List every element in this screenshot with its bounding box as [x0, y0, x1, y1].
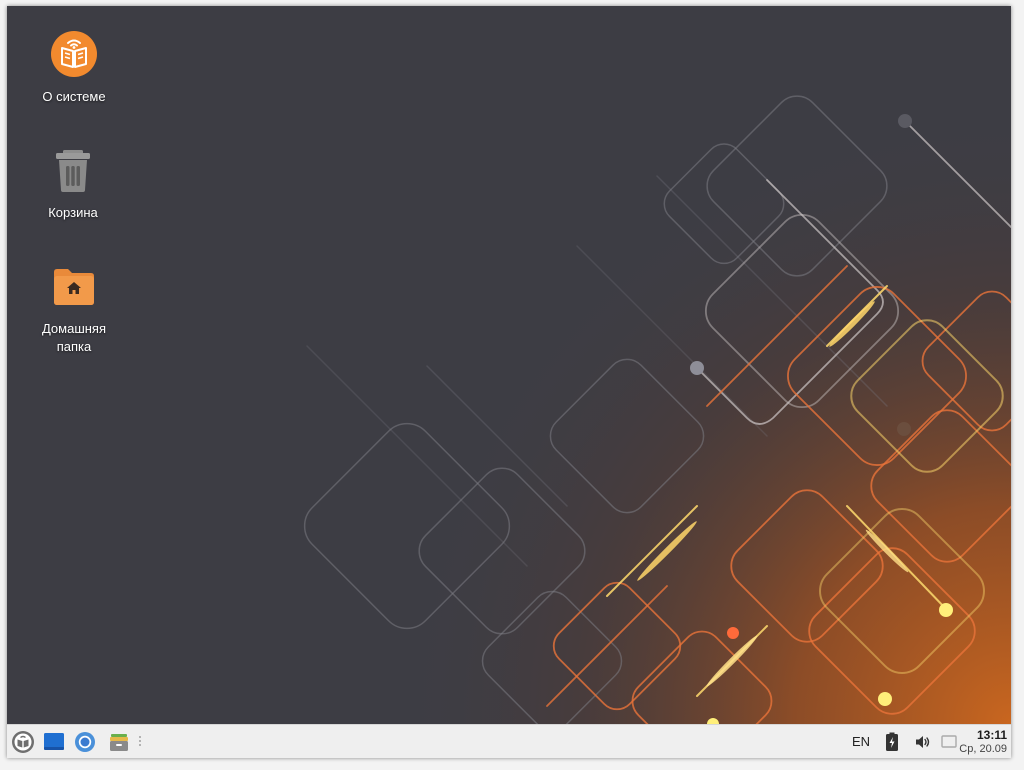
desktop-icon-label: О системе [42, 89, 106, 104]
desktop-icon-label: Домашняя папка [41, 321, 107, 354]
clock-date: Ср, 20.09 [959, 743, 1007, 755]
show-desktop-button[interactable] [40, 728, 68, 756]
home-folder-icon [48, 260, 100, 312]
screen: О системе Корзина Домашняя папка EN 13:1… [7, 6, 1011, 758]
trash-icon [47, 144, 99, 196]
chromium-browser-button[interactable] [71, 728, 99, 756]
volume-icon [916, 736, 930, 748]
show-desktop-icon [44, 733, 64, 750]
file-manager-icon [110, 734, 128, 751]
desktop-icon-home-folder[interactable]: Домашняя папка [14, 260, 134, 356]
clock-time: 13:11 [976, 728, 1007, 742]
battery-indicator[interactable] [878, 728, 906, 756]
desktop-icon-label: Корзина [48, 205, 98, 220]
chromium-browser-icon [75, 732, 95, 752]
keyboard-layout-indicator[interactable]: EN [852, 734, 870, 749]
taskbar: EN 13:11 Ср, 20.09 [7, 724, 1011, 758]
battery-charging-icon [886, 732, 898, 751]
desktop-icon-trash[interactable]: Корзина [13, 144, 133, 222]
clock[interactable]: 13:11 Ср, 20.09 [953, 725, 1011, 758]
wallpaper [7, 6, 1011, 724]
taskbar-drag-handle[interactable] [138, 735, 142, 749]
start-menu-icon [12, 731, 34, 753]
start-menu-button[interactable] [9, 728, 37, 756]
desktop[interactable]: О системе Корзина Домашняя папка [7, 6, 1011, 724]
about-system-book-icon [48, 28, 100, 80]
volume-button[interactable] [909, 728, 937, 756]
desktop-icon-about-system[interactable]: О системе [14, 28, 134, 106]
file-manager-button[interactable] [105, 728, 133, 756]
